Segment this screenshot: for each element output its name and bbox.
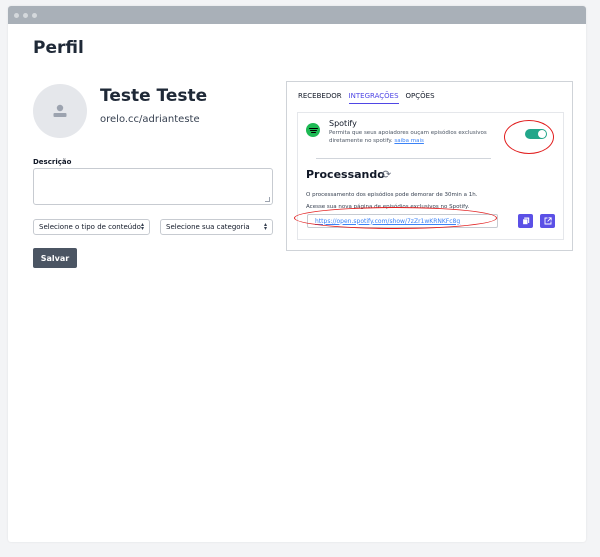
refresh-icon[interactable]: ⟳ [382, 168, 391, 181]
window-dot-minimize[interactable] [23, 12, 28, 18]
spotify-icon [306, 123, 320, 137]
save-button[interactable]: Salvar [33, 248, 77, 268]
copy-icon [522, 217, 529, 225]
open-url-button[interactable] [540, 214, 555, 228]
description-textarea[interactable] [33, 168, 273, 205]
user-icon [53, 104, 67, 117]
toggle-knob [538, 130, 546, 138]
avatar[interactable] [33, 84, 87, 138]
tab-bar: RECEBEDOR INTEGRAÇÕES OPÇÕES [298, 92, 435, 104]
spotify-show-url[interactable]: https://open.spotify.com/show/7zZr1wKRNK… [307, 214, 498, 228]
category-select[interactable]: Selecione sua categoria ▴ ▾ [160, 219, 273, 235]
profile-name: Teste Teste [100, 86, 208, 106]
spotify-toggle[interactable] [525, 129, 547, 139]
profile-url: orelo.cc/adrianteste [100, 114, 200, 125]
spotify-description: Permita que seus apoiadores ouçam episód… [329, 130, 499, 145]
processing-note: O processamento dos episódios pode demor… [306, 192, 478, 198]
spotify-title: Spotify [329, 119, 357, 128]
page-title: Perfil [33, 38, 84, 58]
access-note: Acesse sua nova página de episódios excl… [306, 204, 470, 210]
learn-more-link[interactable]: saiba mais [394, 138, 424, 144]
window-dot-maximize[interactable] [32, 12, 37, 18]
select-arrows-icon: ▴ ▾ [140, 221, 144, 232]
description-label: Descrição [33, 158, 72, 166]
window-titlebar [8, 6, 586, 24]
processing-title: Processando [306, 168, 385, 181]
divider [316, 158, 491, 159]
integrations-panel: RECEBEDOR INTEGRAÇÕES OPÇÕES Spotify Per… [286, 81, 573, 251]
content-type-select[interactable]: Selecione o tipo de conteúdo ▴ ▾ [33, 219, 150, 235]
external-link-icon [544, 217, 552, 225]
tab-integracoes[interactable]: INTEGRAÇÕES [348, 92, 399, 104]
window-dot-close[interactable] [14, 12, 19, 18]
browser-window: Perfil Teste Teste orelo.cc/adrianteste … [8, 6, 586, 542]
resize-handle-icon[interactable] [265, 197, 270, 202]
copy-url-button[interactable] [518, 214, 533, 228]
content-type-select-label: Selecione o tipo de conteúdo [39, 223, 141, 231]
category-select-label: Selecione sua categoria [166, 223, 250, 231]
tab-opcoes[interactable]: OPÇÕES [406, 92, 435, 104]
spotify-integration-card: Spotify Permita que seus apoiadores ouça… [297, 112, 564, 240]
select-arrows-icon: ▴ ▾ [263, 221, 267, 232]
tab-recebedor[interactable]: RECEBEDOR [298, 92, 342, 104]
